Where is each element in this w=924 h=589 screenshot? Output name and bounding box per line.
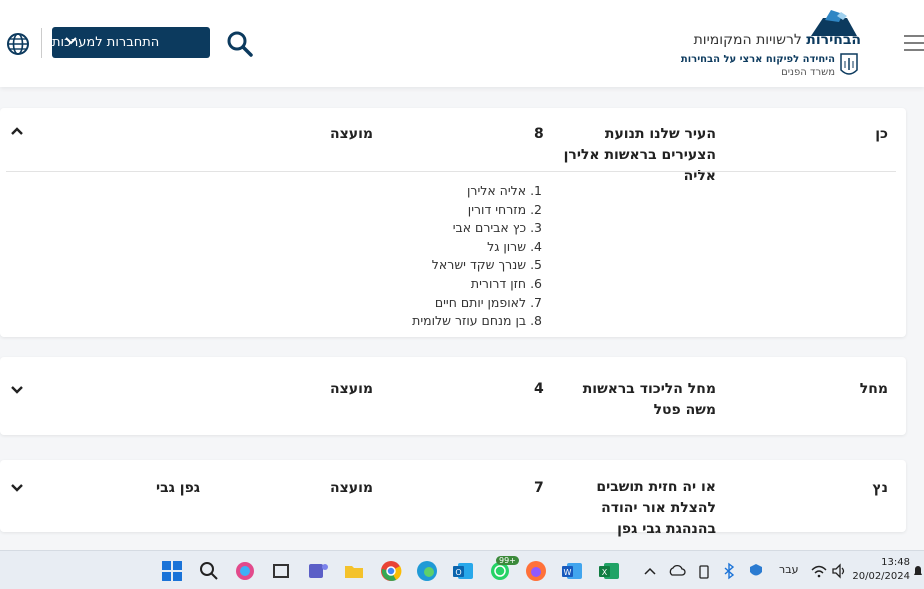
list-number: 4: [534, 381, 544, 397]
member-item: 7. לאופמן יותם חיים: [434, 294, 542, 310]
whatsapp-badge: 99+: [496, 556, 519, 565]
word-icon[interactable]: W: [561, 560, 583, 582]
site-header: התחברות למערכות הבחירות לרשויות המקומיות…: [0, 0, 924, 87]
city-code: נץ: [872, 480, 888, 496]
edge-icon[interactable]: [416, 560, 438, 582]
city-code: מחל: [859, 381, 888, 397]
outlook-icon[interactable]: O: [452, 560, 474, 582]
teams-icon[interactable]: [307, 560, 329, 582]
chevron-down-icon: [65, 37, 77, 45]
security-shield-icon[interactable]: [747, 560, 765, 582]
member-item: 6. חזן דרורית: [470, 275, 542, 291]
member-item: 4. שרון גל: [487, 238, 542, 254]
svg-text:X: X: [602, 568, 608, 577]
member-item: 3. כץ אבירם אבי: [452, 220, 542, 236]
logo-ministry: משרד הפנים: [781, 67, 835, 78]
system-clock[interactable]: 13:48 20/02/2024: [852, 556, 910, 584]
notification-bell-icon[interactable]: [912, 560, 924, 582]
windows-taskbar: O 99+ W X עבר 13:48 20/02/2024: [0, 550, 924, 589]
member-item: 2. מזרחי דורין: [467, 201, 542, 217]
clock-date: 20/02/2024: [852, 571, 910, 582]
search-icon[interactable]: [198, 560, 220, 582]
list-name: או יה חזית תושבים להצלת אור יהודה בהנהגת…: [596, 479, 716, 537]
svg-text:O: O: [455, 568, 461, 577]
clock-time: 13:48: [881, 557, 910, 568]
list-name: העיר שלנו תנועת הצעירים בראשות אלירן אלי…: [563, 126, 716, 184]
bluetooth-icon[interactable]: [722, 560, 736, 582]
logo-subtitle: היחידה לפיקוח ארצי על הבחירות: [680, 54, 835, 65]
chevron-up-icon[interactable]: [643, 560, 657, 582]
firefox-icon[interactable]: [525, 560, 547, 582]
globe-icon[interactable]: [6, 32, 30, 56]
menu-icon[interactable]: [904, 34, 924, 52]
members-list: 1. אליה אלירן 2. מזרחי דורין 3. כץ אבירם…: [412, 182, 542, 331]
card-divider: [6, 171, 896, 172]
cloud-icon[interactable]: [668, 560, 686, 582]
member-item: 5. שנרך שקד ישראל: [431, 257, 542, 273]
volume-icon[interactable]: [831, 560, 847, 582]
member-item: 1. אליה אלירן: [466, 183, 542, 198]
election-type: מועצה: [330, 480, 374, 496]
wifi-icon[interactable]: [810, 560, 828, 582]
site-logo[interactable]: הבחירות לרשויות המקומיות היחידה לפיקוח א…: [681, 10, 861, 80]
list-card[interactable]: נץ או יה חזית תושבים להצלת אור יהודה בהנ…: [0, 460, 906, 537]
file-explorer-icon[interactable]: [343, 560, 365, 582]
election-type: מועצה: [330, 381, 374, 397]
svg-text:W: W: [564, 568, 572, 577]
chevron-down-icon[interactable]: [10, 385, 24, 395]
excel-icon[interactable]: X: [598, 560, 620, 582]
chevron-down-icon[interactable]: [10, 483, 24, 493]
list-name: מחל הליכוד בראשות משה פטל: [582, 381, 716, 418]
list-number: 8: [534, 126, 544, 142]
list-number: 7: [534, 480, 544, 496]
list-card[interactable]: כן העיר שלנו תנועת הצעירים בראשות אלירן …: [0, 108, 906, 337]
language-indicator[interactable]: עבר: [779, 563, 798, 576]
chevron-up-icon[interactable]: [10, 126, 24, 136]
list-head: גפן גבי: [156, 480, 201, 496]
list-card[interactable]: מחל מחל הליכוד בראשות משה פטל 4 מועצה: [0, 357, 906, 435]
task-view-icon[interactable]: [270, 560, 292, 582]
usb-icon[interactable]: [697, 560, 711, 582]
state-emblem-icon: [840, 53, 858, 75]
copilot-icon[interactable]: [234, 560, 256, 582]
header-divider: [41, 28, 42, 58]
city-code: כן: [875, 126, 888, 142]
election-type: מועצה: [330, 126, 374, 142]
windows-start-icon[interactable]: [161, 560, 183, 582]
logo-title: הבחירות לרשויות המקומיות: [693, 32, 861, 48]
search-icon[interactable]: [226, 30, 254, 58]
chrome-icon[interactable]: [380, 560, 402, 582]
member-item: 8. בן מנחם עוזר שלומית: [412, 313, 542, 329]
systems-login-button[interactable]: התחברות למערכות: [52, 27, 210, 58]
